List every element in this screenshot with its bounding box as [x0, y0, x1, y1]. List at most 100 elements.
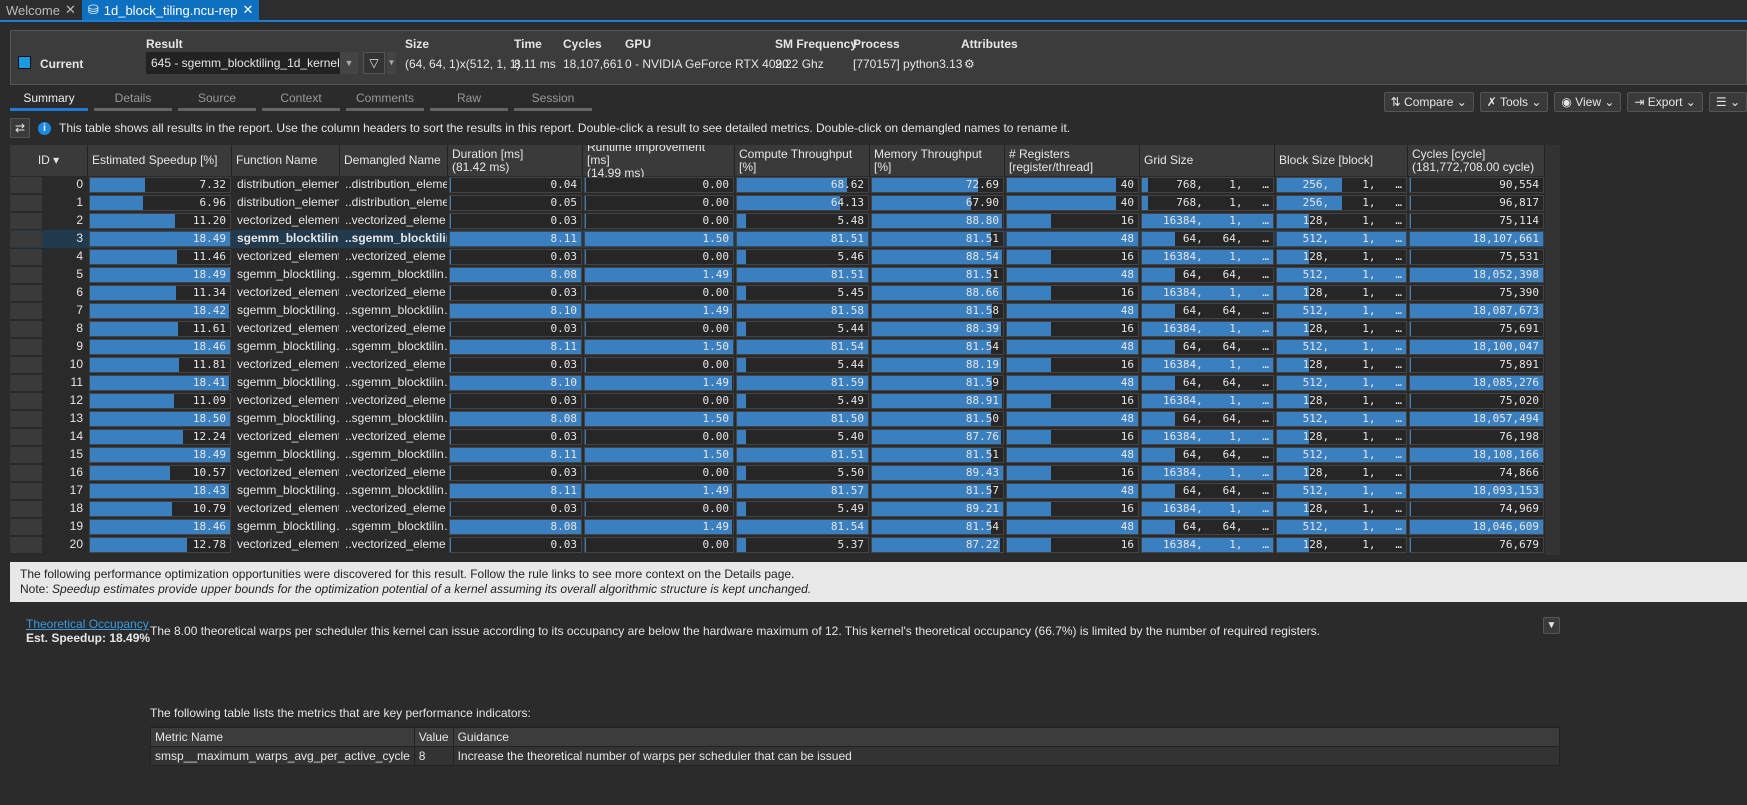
column-header[interactable]: Demangled Name [340, 145, 448, 176]
table-cell: 0.00 [584, 501, 734, 517]
row-header[interactable] [10, 537, 42, 553]
table-cell: 0.00 [584, 285, 734, 301]
column-header[interactable]: ID ▾ [10, 145, 88, 176]
tab-welcome[interactable]: Welcome ✕ [0, 0, 82, 20]
row-header[interactable] [10, 483, 42, 499]
tab-raw[interactable]: Raw [430, 91, 508, 111]
result-select[interactable]: 645 - sgemm_blocktiling_1d_kernel ▼ [146, 52, 358, 74]
table-row[interactable]: 2 11.20 vectorized_element… ..vectorized_el… [10, 212, 1545, 230]
row-header[interactable] [10, 339, 42, 355]
table-row[interactable]: 16 10.57 vectorized_element… ..vectorized_e… [10, 464, 1545, 482]
table-row[interactable]: 8 11.61 vectorized_element… ..vectorized_el… [10, 320, 1545, 338]
table-cell: 0.03 [449, 537, 582, 553]
expand-icon[interactable]: ▼ [1543, 617, 1560, 634]
table-row[interactable]: 10 11.81 vectorized_element… ..vectorized_e… [10, 356, 1545, 374]
row-header[interactable] [10, 375, 42, 391]
rule-link[interactable]: Theoretical Occupancy [26, 617, 150, 631]
row-header[interactable] [10, 411, 42, 427]
table-row[interactable]: 6 11.34 vectorized_element… ..vectorized_el… [10, 284, 1545, 302]
value-bar [585, 394, 587, 408]
vertical-scrollbar[interactable] [1545, 145, 1560, 555]
value-bar [1007, 322, 1051, 336]
chevron-down-icon[interactable]: ▼ [340, 52, 358, 74]
value-bar [1007, 358, 1051, 372]
row-header[interactable] [10, 213, 42, 229]
value-bar [1007, 430, 1051, 444]
row-header[interactable] [10, 267, 42, 283]
table-cell: 0.03 [449, 393, 582, 409]
table-row[interactable]: 5 18.49 sgemm_blocktiling… ..sgemm_blocktil… [10, 266, 1545, 284]
table-cell: ..vectorized_eleme… [345, 249, 447, 263]
table-row[interactable]: 14 12.24 vectorized_element… ..vectorized_e… [10, 428, 1545, 446]
table-row[interactable]: 19 18.46 sgemm_blocktiling… ..sgemm_blockti… [10, 518, 1545, 536]
column-header[interactable]: Estimated Speedup [%] [88, 145, 232, 176]
column-header[interactable]: Cycles [cycle] (181,772,708.00 cycle) [1408, 145, 1545, 176]
table-cell: vectorized_element… [237, 357, 339, 371]
table-cell: 6.96 [89, 195, 231, 211]
row-header[interactable] [10, 501, 42, 517]
table-row[interactable]: 17 18.43 sgemm_blocktiling… ..sgemm_blockti… [10, 482, 1545, 500]
chip-icon[interactable]: ⚙ [964, 57, 975, 71]
table-row[interactable]: 3 18.49 sgemm_blocktiling… ..sgemm_blocktil… [10, 230, 1545, 248]
tab-context[interactable]: Context [262, 91, 340, 111]
table-row[interactable]: 11 18.41 sgemm_blocktiling… ..sgemm_blockti… [10, 374, 1545, 392]
table-row[interactable]: 15 18.49 sgemm_blocktiling… ..sgemm_blockti… [10, 446, 1545, 464]
close-icon[interactable]: ✕ [242, 2, 253, 18]
tab-session[interactable]: Session [514, 91, 592, 111]
row-header[interactable] [10, 303, 42, 319]
table-cell: 512, 1, … [1276, 375, 1407, 391]
table-row[interactable]: 20 12.78 vectorized_element… ..vectorized_e… [10, 536, 1545, 554]
row-header[interactable] [10, 519, 42, 535]
table-row[interactable]: 9 18.46 sgemm_blocktiling… ..sgemm_blocktil… [10, 338, 1545, 356]
tools-button[interactable]: ✗ Tools ⌄ [1479, 92, 1549, 112]
row-header[interactable] [10, 321, 42, 337]
row-header[interactable] [10, 465, 42, 481]
tab-source[interactable]: Source [178, 91, 256, 111]
table-cell: 81.54 [736, 339, 869, 355]
table-row[interactable]: 1 6.96 distribution_elemen… ..distribution_… [10, 194, 1545, 212]
column-header[interactable]: Memory Throughput [%] [870, 145, 1005, 176]
column-header[interactable]: Duration [ms] (81.42 ms) [448, 145, 583, 176]
value-bar [1007, 412, 1138, 426]
rule-speedup: Est. Speedup: 18.49% [26, 631, 151, 645]
result-value: 645 - sgemm_blocktiling_1d_kernel [151, 56, 340, 70]
table-row[interactable]: 7 18.42 sgemm_blocktiling… ..sgemm_blocktil… [10, 302, 1545, 320]
table-row[interactable]: 0 7.32 distribution_elemen… ..distribution_… [10, 176, 1545, 194]
row-header[interactable] [10, 231, 42, 247]
tab-details[interactable]: Details [94, 91, 172, 111]
table-cell: 256, 1, … [1276, 177, 1407, 193]
menu-button[interactable]: ☰ ⌄ [1708, 92, 1747, 112]
table-row[interactable]: 18 10.79 vectorized_element… ..vectorized_e… [10, 500, 1545, 518]
compare-button[interactable]: ⇅ Compare ⌄ [1383, 92, 1474, 112]
row-header[interactable] [10, 447, 42, 463]
row-header[interactable] [10, 285, 42, 301]
row-header[interactable] [10, 357, 42, 373]
value-bar [585, 538, 587, 552]
table-row[interactable]: 12 11.09 vectorized_element… ..vectorized_e… [10, 392, 1545, 410]
column-header[interactable]: Function Name [232, 145, 340, 176]
tab-report[interactable]: ⛁ 1d_block_tiling.ncu-rep ✕ [81, 0, 260, 20]
view-button[interactable]: ◉ View ⌄ [1554, 92, 1622, 112]
column-header[interactable]: # Registers [register/thread] [1005, 145, 1140, 176]
row-header[interactable] [10, 249, 42, 265]
export-button[interactable]: ⇥ Export ⌄ [1627, 92, 1703, 112]
table-row[interactable]: 13 18.50 sgemm_blocktiling… ..sgemm_blockti… [10, 410, 1545, 428]
tab-summary[interactable]: Summary [10, 91, 88, 111]
refresh-icon[interactable]: ⇄ [10, 118, 30, 138]
filter-icon[interactable]: ▽ [363, 52, 385, 74]
tab-comments[interactable]: Comments [346, 91, 424, 111]
column-header[interactable]: Grid Size [1140, 145, 1275, 176]
close-icon[interactable]: ✕ [65, 2, 76, 18]
table-row[interactable]: 4 11.46 vectorized_element… ..vectorized_el… [10, 248, 1545, 266]
row-header[interactable] [10, 177, 42, 193]
column-header[interactable]: Compute Throughput [%] [735, 145, 870, 176]
column-header[interactable]: Block Size [block] [1275, 145, 1408, 176]
row-header[interactable] [10, 393, 42, 409]
table-cell: 76,679 [1409, 537, 1544, 553]
chevron-down-icon[interactable]: ▼ [387, 52, 396, 74]
column-header[interactable]: Runtime Improvement [ms] (14.99 ms) [583, 145, 735, 180]
row-header[interactable] [10, 195, 42, 211]
row-header[interactable] [10, 429, 42, 445]
table-cell: ..vectorized_eleme… [345, 213, 447, 227]
table-cell: 128, 1, … [1276, 393, 1407, 409]
